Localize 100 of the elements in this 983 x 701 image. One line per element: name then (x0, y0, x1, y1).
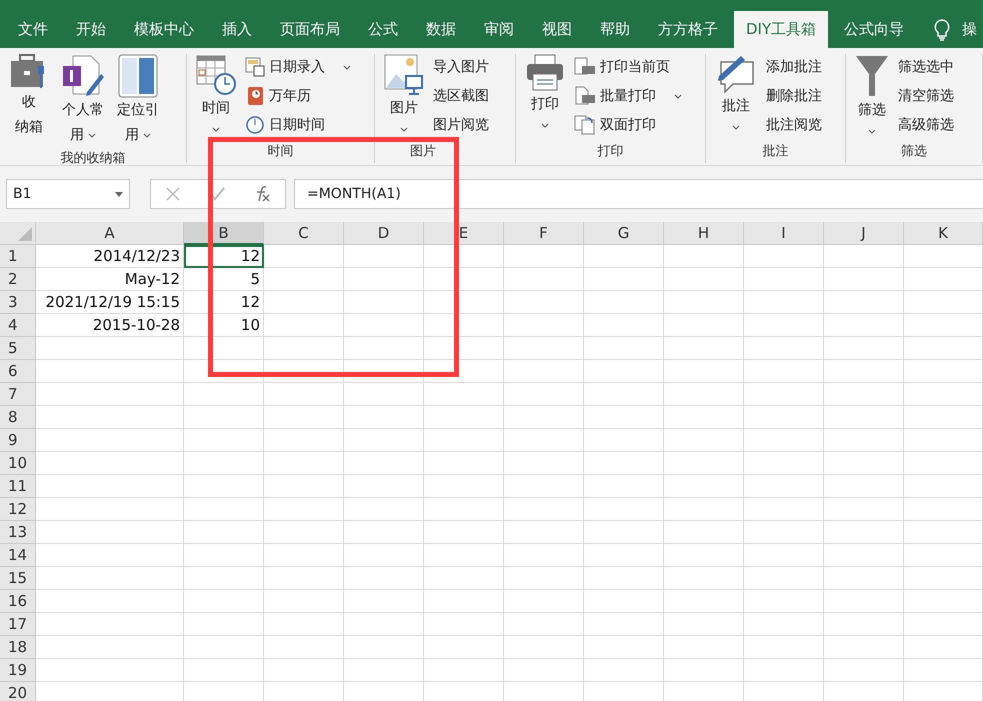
ribbon-small-button[interactable]: 打印当前页 (574, 54, 682, 80)
ribbon-large-button[interactable]: 筛选 (852, 54, 892, 141)
ribbon-small-button[interactable]: 图片阅览 (433, 112, 489, 138)
group-label: 打印 (596, 143, 624, 161)
row-header[interactable]: 9 (0, 429, 36, 452)
row-header[interactable]: 18 (0, 636, 36, 659)
row-header[interactable]: 7 (0, 383, 36, 406)
column-header[interactable]: K (904, 222, 983, 245)
triangle-icon (18, 227, 32, 241)
ribbon-small-button[interactable]: 高级筛选 (898, 112, 954, 138)
column-header[interactable]: G (584, 222, 664, 245)
group-label: 我的收纳箱 (60, 150, 126, 168)
row-header[interactable]: 6 (0, 360, 36, 383)
table-cell: 2015-10-28 (36, 314, 184, 337)
ribbon-small-button[interactable]: 删除批注 (766, 83, 822, 109)
ribbon-tab[interactable]: 插入 (210, 11, 264, 48)
cancel-icon (164, 186, 181, 202)
ribbon-tab[interactable]: 数据 (414, 11, 468, 48)
panel-layout-icon (118, 54, 158, 98)
ribbon-large-button[interactable]: 收 纳箱 (6, 54, 52, 148)
ribbon-tab[interactable]: 页面布局 (268, 11, 352, 48)
column-header[interactable]: B (184, 222, 264, 245)
calendar-entry-icon (245, 57, 265, 77)
ribbon-large-button[interactable]: 图片 (381, 54, 427, 141)
group-label: 时间 (266, 143, 294, 161)
ribbon-small-button[interactable]: 批注阅览 (766, 112, 822, 138)
row-header[interactable]: 16 (0, 590, 36, 613)
row-header[interactable]: 11 (0, 475, 36, 498)
column-header[interactable]: C (264, 222, 344, 245)
ribbon-small-button[interactable]: 批量打印 (574, 83, 682, 109)
lightbulb-icon (934, 18, 950, 40)
ribbon-tab[interactable]: 开始 (64, 11, 118, 48)
row-header[interactable]: 5 (0, 337, 36, 360)
row-header[interactable]: 19 (0, 659, 36, 682)
row-header[interactable]: 15 (0, 567, 36, 590)
column-header[interactable]: F (504, 222, 584, 245)
table-cell: 10 (184, 314, 264, 337)
filter-icon (855, 54, 889, 98)
select-all-corner[interactable] (0, 222, 36, 245)
ribbon-large-button[interactable]: 批注 (712, 54, 760, 141)
row-header[interactable]: 12 (0, 498, 36, 521)
ribbon-tab[interactable]: 文件 (6, 11, 60, 48)
row-header[interactable]: 2 (0, 268, 36, 291)
column-header[interactable]: D (344, 222, 424, 245)
ribbon-small-button[interactable]: 选区截图 (433, 83, 489, 109)
ribbon-tab[interactable]: 公式向导 (832, 11, 916, 48)
ribbon-tab[interactable]: 视图 (530, 11, 584, 48)
name-box[interactable]: B1 (6, 179, 130, 209)
column-header[interactable]: J (824, 222, 904, 245)
comment-pencil-icon (715, 54, 757, 94)
row-header[interactable]: 10 (0, 452, 36, 475)
row-header[interactable]: 14 (0, 544, 36, 567)
ribbon-small-button[interactable]: 日期录入 (245, 54, 351, 80)
column-header[interactable]: I (744, 222, 824, 245)
printer-icon (525, 54, 565, 92)
column-header[interactable]: A (36, 222, 184, 245)
ribbon-large-button[interactable]: 时间 (193, 54, 239, 141)
pages-printer-icon (574, 86, 596, 106)
ribbon-large-button[interactable]: 打印 (522, 54, 568, 141)
ribbon-small-button[interactable]: 添加批注 (766, 54, 822, 80)
ribbon-small-button[interactable]: 导入图片 (433, 54, 489, 80)
ribbon-tab[interactable]: 帮助 (588, 11, 642, 48)
row-header[interactable]: 20 (0, 682, 36, 701)
formula-field[interactable]: =MONTH(A1) (294, 179, 983, 209)
ribbon-large-button[interactable]: 定位引 用 (114, 54, 162, 148)
ribbon-small-button[interactable]: 万年历 (245, 83, 351, 109)
table-cell: May-12 (36, 268, 184, 291)
ribbon-tab[interactable]: 方方格子 (646, 11, 730, 48)
calendar-book-icon (245, 86, 265, 106)
row-header[interactable]: 13 (0, 521, 36, 544)
row-header[interactable]: 1 (0, 245, 36, 268)
row-header[interactable]: 8 (0, 406, 36, 429)
ribbon-small-button[interactable]: 双面打印 (574, 112, 682, 138)
ribbon-large-button[interactable]: 个人常 用 (58, 54, 108, 148)
ribbon-tab[interactable]: DIY工具箱 (734, 11, 828, 48)
page-printer-icon (574, 57, 596, 77)
caret-icon (115, 192, 123, 196)
notebook-icon (61, 54, 105, 98)
row-header[interactable]: 4 (0, 314, 36, 337)
ribbon-small-button[interactable]: 筛选选中 (898, 54, 954, 80)
group-label: 图片 (409, 143, 437, 161)
column-header[interactable]: H (664, 222, 744, 245)
ribbon-small-button[interactable]: 日期时间 (245, 112, 351, 138)
ribbon-tab[interactable]: 审阅 (472, 11, 526, 48)
table-cell: 2014/12/23 (36, 245, 184, 268)
row-header[interactable]: 17 (0, 613, 36, 636)
table-cell: 12 (184, 291, 264, 314)
group-label: 批注 (762, 143, 790, 161)
table-cell: 2021/12/19 15:15 (36, 291, 184, 314)
column-header[interactable]: E (424, 222, 504, 245)
ribbon-tab[interactable]: 模板中心 (122, 11, 206, 48)
duplex-print-icon (574, 115, 596, 135)
ribbon-small-button[interactable]: 清空筛选 (898, 83, 954, 109)
ribbon-tab[interactable]: 公式 (356, 11, 410, 48)
group-label: 筛选 (900, 143, 928, 161)
row-header[interactable]: 3 (0, 291, 36, 314)
clock-icon (245, 115, 265, 135)
calendar-clock-icon (196, 54, 236, 96)
tell-me-text[interactable]: 操 (962, 20, 978, 39)
picture-icon (384, 54, 424, 96)
